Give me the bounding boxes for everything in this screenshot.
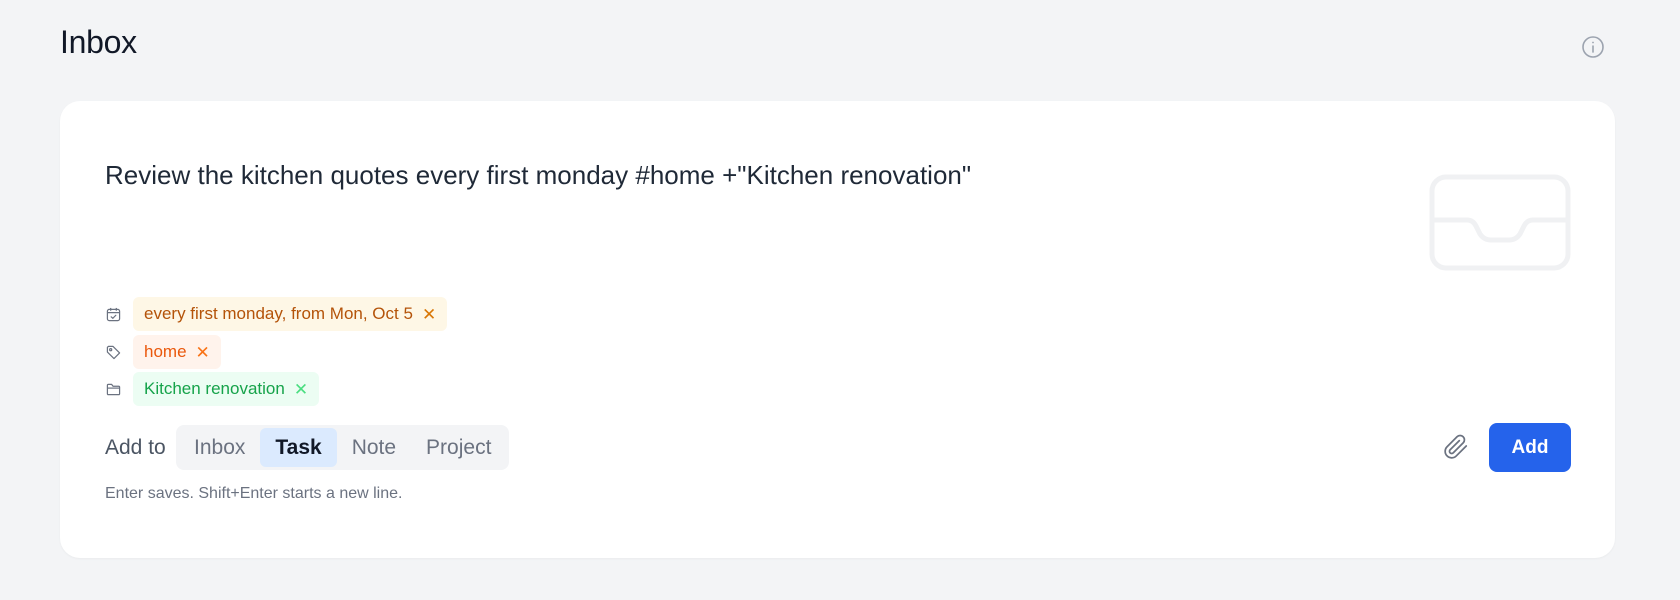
folder-icon [105, 381, 121, 397]
project-chip[interactable]: Kitchen renovation ✕ [133, 372, 320, 406]
option-task[interactable]: Task [260, 428, 337, 467]
destination-selector: Inbox Task Note Project [176, 425, 510, 470]
paperclip-icon[interactable] [1441, 432, 1471, 462]
option-inbox[interactable]: Inbox [179, 428, 260, 467]
add-button[interactable]: Add [1489, 423, 1571, 472]
option-note[interactable]: Note [337, 428, 411, 467]
tag-icon [105, 344, 121, 360]
close-icon[interactable]: ✕ [196, 344, 210, 361]
project-chip-label: Kitchen renovation [144, 379, 285, 398]
inbox-page: Inbox Review the kitchen quotes every fi… [0, 0, 1680, 600]
tag-chip[interactable]: home ✕ [133, 335, 221, 369]
add-to-label: Add to [105, 436, 166, 459]
calendar-icon [105, 306, 121, 322]
close-icon[interactable]: ✕ [294, 381, 308, 398]
quick-capture-card: Review the kitchen quotes every first mo… [60, 101, 1615, 558]
schedule-chip[interactable]: every first monday, from Mon, Oct 5 ✕ [133, 297, 448, 331]
schedule-row: every first monday, from Mon, Oct 5 ✕ [105, 297, 448, 331]
project-row: Kitchen renovation ✕ [105, 372, 320, 406]
option-project[interactable]: Project [411, 428, 506, 467]
inbox-tray-icon [1429, 174, 1571, 271]
info-icon[interactable] [1580, 34, 1605, 59]
page-title: Inbox [60, 24, 137, 60]
tag-row: home ✕ [105, 335, 221, 369]
schedule-chip-label: every first monday, from Mon, Oct 5 [144, 304, 413, 323]
keyboard-hint: Enter saves. Shift+Enter starts a new li… [105, 485, 403, 502]
task-input[interactable]: Review the kitchen quotes every first mo… [105, 158, 1405, 192]
tag-chip-label: home [144, 342, 187, 361]
close-icon[interactable]: ✕ [422, 306, 436, 323]
